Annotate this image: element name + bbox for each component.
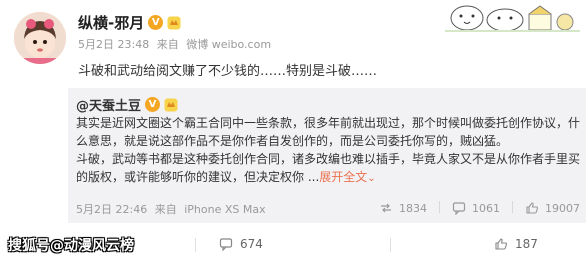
quoted-author-name[interactable]: @天蚕土豆 [76,95,141,114]
quoted-stats: 1834 1061 19007 [379,201,580,215]
quoted-meta: 5月2日 22:46 来自 iPhone XS Max [76,201,266,217]
like-button[interactable]: 187 [494,237,538,251]
comment-icon [452,202,466,215]
comment-count: 674 [240,237,263,251]
post-meta: 5月2日 23:48 来自 微博 weibo.com [78,36,271,52]
quoted-like-button[interactable]: 19007 [525,201,580,215]
like-count: 187 [515,237,538,251]
level-badge-icon [164,98,178,111]
post-text: 斗破和武动给阅文赚了不少钱的……特别是斗破…… [78,64,378,79]
quoted-source: iPhone XS Max [184,203,266,216]
weibo-post: 纵横-邪月 V 5月2日 23:48 来自 微博 weibo.com 斗破和武动… [0,0,586,262]
quoted-comment-count: 1061 [472,201,500,215]
verified-badge-icon: V [148,15,164,30]
divider [195,238,196,252]
comment-icon [219,238,233,251]
quoted-comment-button[interactable]: 1061 [452,201,500,215]
avatar[interactable] [14,12,66,64]
verified-badge-icon: V [145,97,161,112]
expand-full-text-link[interactable]: 展开全文⌄ [319,170,375,184]
avatar-image [14,12,66,64]
post-via: 来自 [156,38,179,51]
post-time[interactable]: 5月2日 23:48 [78,38,149,51]
divider [390,238,391,252]
author-name-text[interactable]: 纵横-邪月 [78,12,144,33]
divider [439,201,440,213]
quoted-paragraph-1: 其实是近网文圈这个霸王合同中一些条款，很多年前就出现过，那个时候叫做委托创作协议… [76,116,581,148]
post-footer: 搜狐号@动漫风云榜 674 187 [0,228,586,262]
divider [512,201,513,213]
repost-icon [381,203,391,213]
like-icon [495,238,508,250]
quoted-repost-button[interactable]: 1834 [379,201,427,215]
like-icon [526,202,539,214]
quoted-post[interactable]: @天蚕土豆 V 其实是近网文圈这个霸王合同中一些条款，很多年前就出现过，那个时候… [68,88,586,223]
quoted-like-count: 19007 [545,201,580,215]
watermark: 搜狐号@动漫风云榜 [8,238,134,254]
quoted-author[interactable]: @天蚕土豆 V [76,95,178,114]
quoted-text: 其实是近网文圈这个霸王合同中一些条款，很多年前就出现过，那个时候叫做委托创作协议… [76,114,582,188]
comment-button[interactable]: 674 [219,237,263,251]
quoted-footer: 5月2日 22:46 来自 iPhone XS Max 1834 1061 19… [76,201,582,217]
chevron-down-icon: ⌄ [367,173,376,184]
quoted-time[interactable]: 5月2日 22:46 [76,203,147,216]
quoted-repost-count: 1834 [399,201,427,215]
post-source: 微博 weibo.com [186,38,272,51]
quoted-via: 来自 [154,203,177,216]
level-badge-icon [167,16,181,29]
card-decoration-icon [445,5,580,32]
expand-label[interactable]: 展开全文 [319,170,367,184]
author-name[interactable]: 纵横-邪月 V [78,12,181,33]
quoted-paragraph-2: 斗破，武动等书都是这种委托创作合同，诸多改编也难以插手，毕竟人家又不是从你作者手… [76,150,582,188]
